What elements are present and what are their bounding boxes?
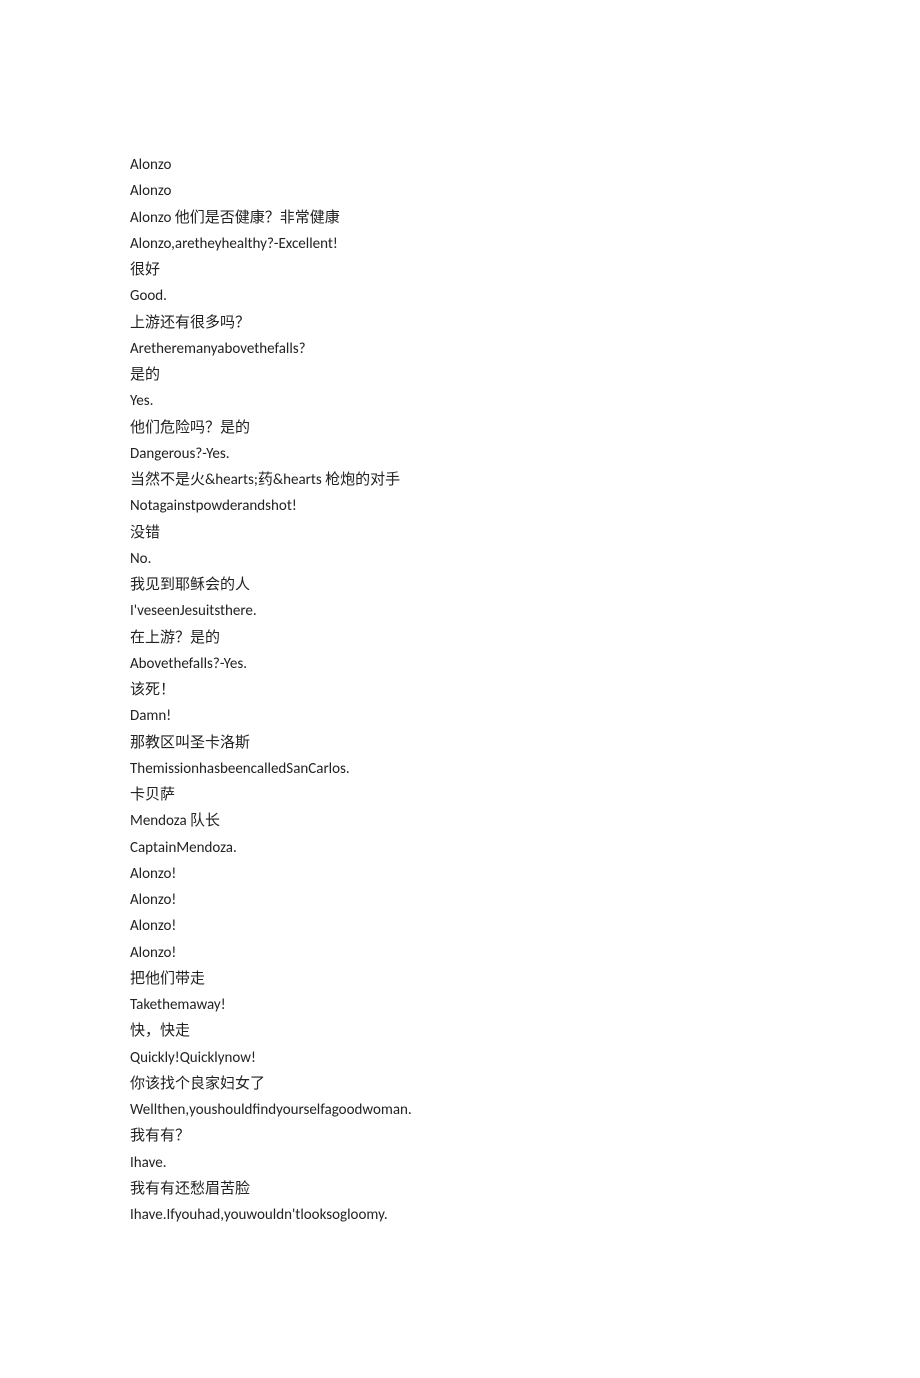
text-line: Good. [130,283,790,309]
text-line: 上游还有很多吗？ [130,310,790,336]
text-line: Notagainstpowderandshot! [130,493,790,519]
text-line: No. [130,546,790,572]
text-line: Abovethefalls?-Yes. [130,651,790,677]
text-line: Alonzo! [130,940,790,966]
text-line: 很好 [130,257,790,283]
text-line: Ihave.Ifyouhad,youwouldn'tlooksogloomy. [130,1202,790,1228]
text-line: Quickly!Quicklynow! [130,1045,790,1071]
text-line: Alonzo [130,152,790,178]
text-line: 该死！ [130,677,790,703]
document-page: AlonzoAlonzoAlonzo 他们是否健康？非常健康Alonzo,are… [0,0,920,1378]
text-line: 卡贝萨 [130,782,790,808]
text-line: 是的 [130,362,790,388]
text-line: 没错 [130,520,790,546]
text-line: 把他们带走 [130,966,790,992]
text-line: Mendoza 队长 [130,808,790,834]
text-line: 他们危险吗？是的 [130,415,790,441]
text-line: 快，快走 [130,1018,790,1044]
text-line: 当然不是火&hearts;药&hearts 枪炮的对手 [130,467,790,493]
text-line: 我有有还愁眉苦脸 [130,1176,790,1202]
text-line: Alonzo,aretheyhealthy?-Excellent! [130,231,790,257]
text-line: Alonzo 他们是否健康？非常健康 [130,205,790,231]
text-line: Wellthen,youshouldfindyourselfagoodwoman… [130,1097,790,1123]
text-line: Ihave. [130,1150,790,1176]
text-line: Damn! [130,703,790,729]
text-line: 你该找个良家妇女了 [130,1071,790,1097]
text-line: 那教区叫圣卡洛斯 [130,730,790,756]
text-line: Alonzo! [130,861,790,887]
text-line: CaptainMendoza. [130,835,790,861]
text-line: Alonzo! [130,887,790,913]
text-line: 我见到耶稣会的人 [130,572,790,598]
text-line: Alonzo! [130,913,790,939]
text-line: 我有有？ [130,1123,790,1149]
text-line: 在上游？是的 [130,625,790,651]
text-line: Yes. [130,388,790,414]
text-line: Aretheremanyabovethefalls? [130,336,790,362]
text-line: Dangerous?-Yes. [130,441,790,467]
text-line: ThemissionhasbeencalledSanCarlos. [130,756,790,782]
text-line: Alonzo [130,178,790,204]
text-line: I'veseenJesuitsthere. [130,598,790,624]
text-line: Takethemaway! [130,992,790,1018]
